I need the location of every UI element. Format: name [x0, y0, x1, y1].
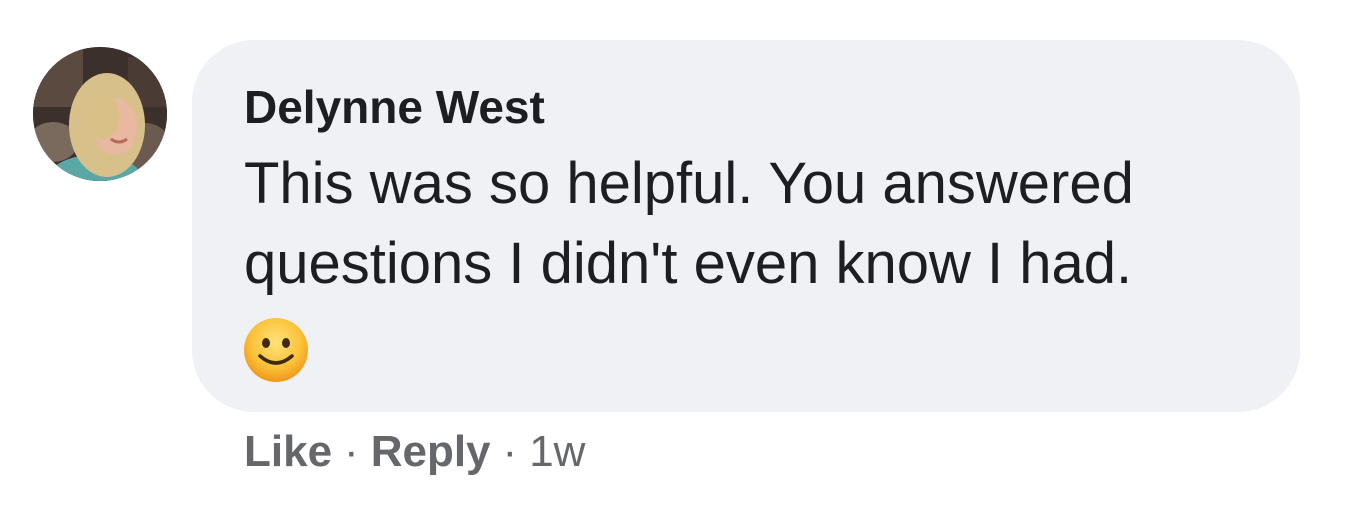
comment-actions: Like · Reply · 1w: [244, 422, 585, 482]
reply-button[interactable]: Reply: [371, 427, 491, 476]
action-separator: ·: [502, 427, 518, 476]
like-button[interactable]: Like: [244, 427, 332, 476]
comment-text-line: questions I didn't even know I had.: [244, 231, 1133, 296]
comment-timestamp[interactable]: 1w: [529, 427, 585, 476]
comment-bubble: Delynne West This was so helpful. You an…: [192, 40, 1300, 412]
comment-author[interactable]: Delynne West: [244, 80, 545, 134]
comment-text-line: This was so helpful. You answered: [244, 151, 1134, 216]
avatar[interactable]: [33, 47, 167, 181]
comment: Delynne West This was so helpful. You an…: [0, 0, 1364, 522]
comment-text: This was so helpful. You answered questi…: [244, 144, 1264, 304]
action-separator: ·: [344, 427, 359, 476]
slightly-smiling-face-icon: [242, 316, 310, 384]
avatar-photo: [33, 47, 167, 181]
